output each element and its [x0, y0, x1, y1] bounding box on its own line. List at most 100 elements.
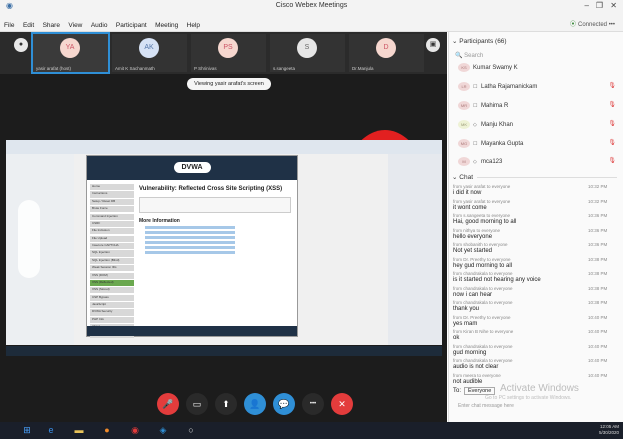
chat-message: audio is not clear — [453, 364, 499, 370]
menu-meeting[interactable]: Meeting — [155, 22, 178, 29]
dvwa-menu-item: XSS (Stored) — [90, 287, 134, 294]
firefox-icon[interactable]: ● — [100, 424, 114, 437]
chat-sender: from chandrakala to everyone — [453, 358, 513, 363]
menu-help[interactable]: Help — [187, 22, 200, 29]
dvwa-menu-item: SQL Injection (Blind) — [90, 257, 134, 264]
self-view-icon[interactable]: ● — [14, 38, 28, 52]
thumbnail-4[interactable]: D Dr.Manjula — [349, 34, 424, 72]
participant-row[interactable]: KS Kumar Swamy K — [458, 63, 618, 73]
dvwa-menu-item: File Upload — [90, 235, 134, 242]
zoom-control[interactable] — [18, 200, 40, 278]
chevron-down-icon: ⌄ — [452, 174, 458, 181]
dvwa-menu-item: Instructions — [90, 191, 134, 198]
menu-view[interactable]: View — [68, 22, 82, 29]
avatar: YA — [60, 38, 80, 58]
chat-time: 10:40 PM — [588, 343, 608, 349]
phone-icon: ☐ — [473, 141, 478, 148]
menu-participant[interactable]: Participant — [116, 22, 147, 29]
participant-row[interactable]: LR ☐ Latha Rajamanickam 🎙 — [458, 82, 618, 92]
layout-toggle-icon[interactable]: ▣ — [426, 38, 440, 52]
shared-taskbar — [6, 346, 442, 356]
thumbnail-name: Dr.Manjula — [352, 66, 374, 71]
close-icon: ✕ — [338, 399, 346, 409]
participant-name: Manju Khan — [481, 122, 514, 129]
avatar: MK — [458, 120, 470, 129]
person-icon: 👤 — [249, 399, 261, 409]
mute-button[interactable]: 🎤 — [157, 393, 179, 415]
chat-button[interactable]: 💬 — [273, 393, 295, 415]
activate-windows-watermark: Activate Windows — [500, 383, 579, 394]
search-placeholder: Search — [464, 53, 484, 59]
thumbnail-name: Amit K Sachanmath — [115, 66, 155, 71]
dvwa-menu-item: CSP Bypass — [90, 294, 134, 301]
headset-icon: ◇ — [473, 122, 477, 129]
share-button[interactable]: ⬆ — [215, 393, 237, 415]
chat-message: Not yet started — [453, 248, 493, 254]
participants-button[interactable]: 👤 — [244, 393, 266, 415]
avatar: MR — [458, 101, 470, 110]
dvwa-logo: DVWA — [173, 162, 211, 173]
dvwa-more-info: More Information — [139, 218, 180, 224]
windows-start-icon[interactable]: ⊞ — [20, 424, 34, 437]
thumbnail-2[interactable]: PS P Shrinivas — [191, 34, 266, 72]
avatar: LR — [458, 82, 470, 91]
more-button[interactable]: ••• — [302, 393, 324, 415]
video-button[interactable]: ▭ — [186, 393, 208, 415]
dvwa-footer — [87, 326, 297, 336]
menu-edit[interactable]: Edit — [23, 22, 34, 29]
dvwa-menu-item: Home — [90, 184, 134, 191]
dvwa-menu-item: JavaScript — [90, 302, 134, 309]
chat-sender: from meera to everyone — [453, 372, 501, 378]
avatar: S — [297, 38, 317, 58]
menu-audio[interactable]: Audio — [91, 22, 108, 29]
chat-time: 10:38 PM — [588, 300, 608, 305]
participant-name: Mayanka Gupta — [481, 141, 524, 148]
chat-message: yes mam — [453, 320, 478, 327]
participant-row[interactable]: MR ☐ Mahima R 🎙 — [458, 101, 618, 111]
chat-message: not audible — [453, 378, 483, 385]
chat-bubble-icon: 💬 — [278, 399, 290, 409]
recipient-select[interactable]: Everyone — [464, 387, 496, 395]
chat-time: 10:36 PM — [588, 242, 608, 247]
thumbnail-0[interactable]: YA yasir arafat (host) — [31, 32, 110, 74]
participant-row[interactable]: MG ☐ Mayanka Gupta 🎙 — [458, 139, 618, 149]
participant-row[interactable]: MK ◇ Manju Khan 🎙 — [458, 120, 618, 130]
chat-input[interactable]: Enter chat message here — [458, 403, 514, 409]
explorer-icon[interactable]: ▬ — [72, 424, 86, 437]
chat-message: now i can hear — [453, 291, 493, 298]
circle-app-icon[interactable]: ○ — [184, 424, 198, 437]
participant-row[interactable]: M ◇ mca123 🎙 — [458, 157, 618, 167]
thumbnail-name: P Shrinivas — [194, 66, 217, 71]
tray-date: 5/30/2020 — [598, 430, 619, 435]
leave-button[interactable]: ✕ — [331, 393, 353, 415]
webex-taskbar-icon[interactable]: ◈ — [156, 424, 170, 437]
shared-desktop-right — [388, 154, 442, 345]
more-options-label: ••• — [608, 22, 615, 28]
thumbnail-3[interactable]: S s.sangeeta — [270, 34, 345, 72]
share-icon: ⬆ — [222, 399, 230, 409]
chat-recipient: To: Everyone — [453, 387, 496, 395]
ie-icon[interactable]: e — [44, 424, 58, 437]
menu-file[interactable]: File — [4, 22, 14, 29]
dvwa-menu: Home Instructions Setup / Reset DB Brute Fo… — [90, 184, 134, 339]
menu-share[interactable]: Share — [43, 22, 60, 29]
minimize-button[interactable]: – — [585, 1, 589, 10]
chat-message: hello everyone — [453, 233, 493, 240]
viewing-screen-banner: Viewing yasir arafat's screen — [187, 78, 271, 90]
dvwa-form — [139, 197, 291, 213]
participant-search[interactable]: 🔍 Search — [455, 52, 615, 63]
thumbnail-1[interactable]: AK Amit K Sachanmath — [112, 34, 187, 72]
close-window-button[interactable]: ✕ — [610, 1, 617, 10]
divider — [477, 176, 617, 178]
chat-time: 10:36 PM — [588, 227, 608, 233]
participants-header[interactable]: ⌄ Participants (66) — [452, 37, 507, 45]
connection-label: Connected — [577, 22, 608, 28]
chrome-icon[interactable]: ◉ — [128, 424, 142, 437]
system-tray[interactable]: 12:05 AM 5/30/2020 — [599, 424, 619, 436]
chat-header[interactable]: ⌄ Chat — [452, 173, 617, 181]
dvwa-menu-item: XSS (DOM) — [90, 272, 134, 279]
chat-message: ok — [453, 335, 460, 341]
video-thumbnail-strip: YA yasir arafat (host) AK Amit K Sachanm… — [0, 32, 447, 74]
connection-status[interactable]: ⦿ Connected ••• — [570, 19, 615, 28]
restore-button[interactable]: ❐ — [596, 1, 603, 10]
